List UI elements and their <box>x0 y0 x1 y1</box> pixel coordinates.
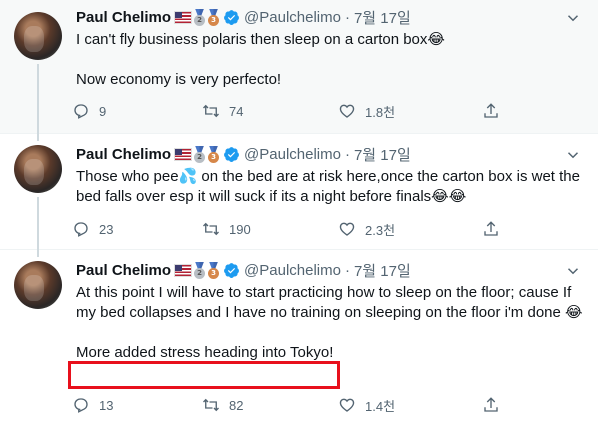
tweet-actions: 9 74 1.8천 <box>72 101 512 121</box>
retweet-count: 82 <box>229 397 244 413</box>
tweet-2[interactable]: Paul Chelimo 2 3 @Paulchelimo · 7월 17일 T… <box>0 133 598 250</box>
share-button[interactable] <box>482 395 500 415</box>
tweet-header: Paul Chelimo 2 3 @Paulchelimo · 7월 17일 <box>76 260 411 280</box>
us-flag-icon <box>174 263 193 277</box>
tweet-date[interactable]: 7월 17일 <box>354 144 411 165</box>
reply-count: 13 <box>99 397 114 413</box>
tweet-actions: 13 82 1.4천 <box>72 395 512 415</box>
tweet-line: I can't fly business polaris then sleep … <box>76 31 445 48</box>
thread-line <box>37 133 39 141</box>
reply-icon <box>74 222 88 237</box>
retweet-count: 190 <box>229 221 251 237</box>
avatar[interactable] <box>14 12 62 60</box>
tweet-header: Paul Chelimo 2 3 @Paulchelimo · 7월 17일 <box>76 7 411 27</box>
like-icon <box>339 398 355 412</box>
retweet-button[interactable]: 82 <box>202 395 243 415</box>
like-button[interactable]: 1.4천 <box>338 395 395 415</box>
more-chevron-icon[interactable] <box>564 146 582 164</box>
avatar[interactable] <box>14 145 62 193</box>
like-count: 2.3천 <box>365 222 396 238</box>
retweet-icon <box>203 104 219 118</box>
author-handle[interactable]: @Paulchelimo <box>244 262 341 279</box>
share-icon <box>484 103 498 118</box>
like-icon <box>339 222 355 236</box>
verified-icon <box>224 146 239 162</box>
bronze-medal-icon: 3 <box>207 145 220 163</box>
retweet-button[interactable]: 190 <box>202 219 251 239</box>
share-icon <box>484 397 498 412</box>
name-badges: 2 3 <box>174 8 240 26</box>
bronze-medal-icon: 3 <box>207 261 220 279</box>
tweet-text: At this point I will have to start pract… <box>76 283 584 363</box>
author-handle[interactable]: @Paulchelimo <box>244 146 341 163</box>
tweet-text: Those who pee💦 on the bed are at risk he… <box>76 167 584 207</box>
reply-button[interactable]: 9 <box>72 101 106 121</box>
reply-icon <box>74 398 88 413</box>
tweet-actions: 23 190 2.3천 <box>72 219 512 239</box>
tweet-line: Those who pee💦 on the bed are at risk he… <box>76 168 580 205</box>
name-badges: 2 3 <box>174 261 240 279</box>
thread-line <box>37 197 39 249</box>
tweet-date[interactable]: 7월 17일 <box>354 260 411 281</box>
separator-dot: · <box>344 145 350 163</box>
author-name[interactable]: Paul Chelimo <box>76 9 171 26</box>
separator-dot: · <box>344 261 350 279</box>
more-chevron-icon[interactable] <box>564 9 582 27</box>
retweet-icon <box>203 222 219 236</box>
like-count: 1.4천 <box>365 398 396 414</box>
silver-medal-icon: 2 <box>193 261 206 279</box>
verified-icon <box>224 262 239 278</box>
bronze-medal-icon: 3 <box>207 8 220 26</box>
reply-count: 23 <box>99 221 114 237</box>
highlight-box <box>68 361 340 389</box>
us-flag-icon <box>174 10 193 24</box>
retweet-icon <box>203 398 219 412</box>
like-button[interactable]: 2.3천 <box>338 219 395 239</box>
share-icon <box>484 221 498 236</box>
reply-button[interactable]: 13 <box>72 395 113 415</box>
thread-line <box>37 249 39 257</box>
retweet-button[interactable]: 74 <box>202 101 243 121</box>
thread-line <box>37 64 39 133</box>
tweet-header: Paul Chelimo 2 3 @Paulchelimo · 7월 17일 <box>76 144 411 164</box>
reply-icon <box>74 104 88 119</box>
tweet-1[interactable]: Paul Chelimo 2 3 @Paulchelimo · 7월 17일 I… <box>0 0 598 134</box>
author-name[interactable]: Paul Chelimo <box>76 146 171 163</box>
tweet-date[interactable]: 7월 17일 <box>354 7 411 28</box>
silver-medal-icon: 2 <box>193 145 206 163</box>
share-button[interactable] <box>482 101 500 121</box>
tweet-line-highlighted: More added stress heading into Tokyo! <box>76 344 334 361</box>
like-icon <box>339 104 355 118</box>
silver-medal-icon: 2 <box>193 8 206 26</box>
like-count: 1.8천 <box>365 104 396 120</box>
tweet-line: At this point I will have to start pract… <box>76 284 583 321</box>
like-button[interactable]: 1.8천 <box>338 101 395 121</box>
tweet-line: Now economy is very perfecto! <box>76 71 282 88</box>
reply-button[interactable]: 23 <box>72 219 113 239</box>
more-chevron-icon[interactable] <box>564 262 582 280</box>
tweet-text: I can't fly business polaris then sleep … <box>76 30 584 90</box>
share-button[interactable] <box>482 219 500 239</box>
verified-icon <box>224 9 239 25</box>
tweet-3[interactable]: Paul Chelimo 2 3 @Paulchelimo · 7월 17일 A… <box>0 249 598 421</box>
author-handle[interactable]: @Paulchelimo <box>244 9 341 26</box>
us-flag-icon <box>174 147 193 161</box>
name-badges: 2 3 <box>174 145 240 163</box>
avatar[interactable] <box>14 261 62 309</box>
separator-dot: · <box>344 8 350 26</box>
retweet-count: 74 <box>229 103 244 119</box>
author-name[interactable]: Paul Chelimo <box>76 262 171 279</box>
reply-count: 9 <box>99 103 107 119</box>
